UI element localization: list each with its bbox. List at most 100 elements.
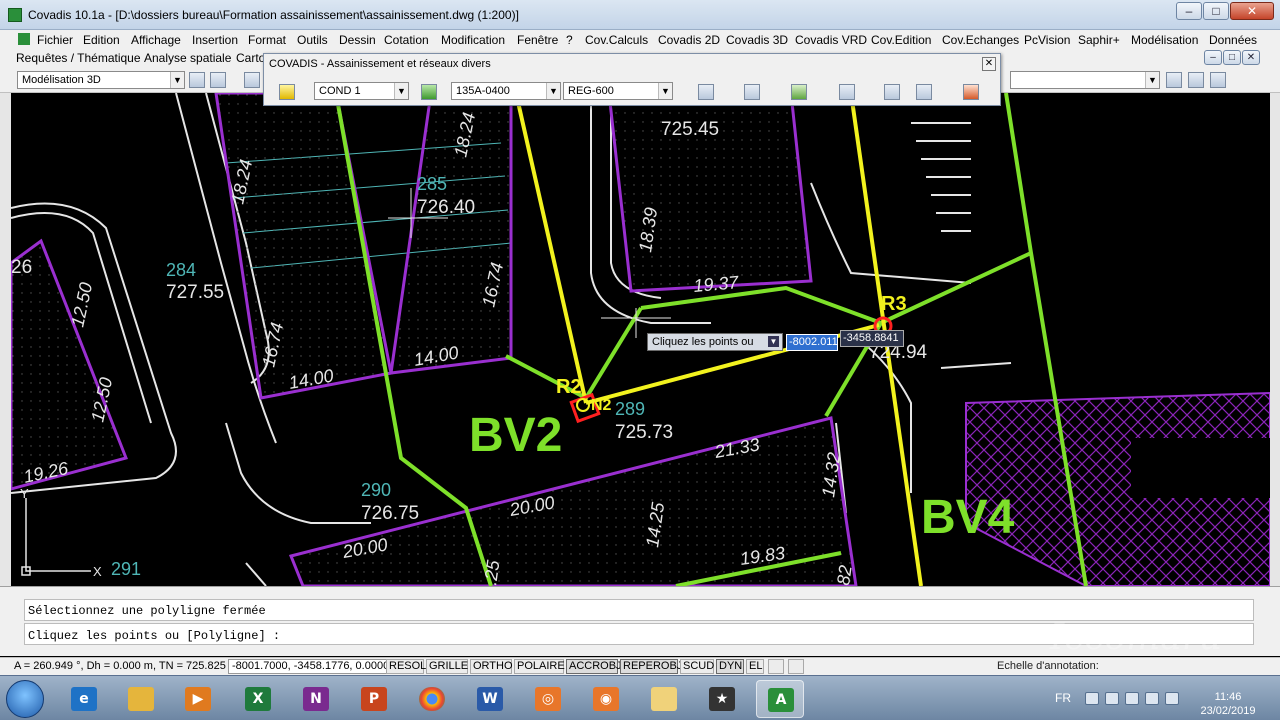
taskbar-screenshot[interactable]: ◉ (582, 680, 630, 718)
menu-outils[interactable]: Outils (297, 33, 328, 47)
edit-network-icon[interactable] (791, 84, 807, 100)
close-button[interactable]: ✕ (1230, 2, 1274, 20)
dynamic-input-x-field[interactable]: -8002.011 (786, 334, 838, 351)
drawing-viewport[interactable]: BV2 BV4 R2 R3 N2 284 727.55 285 726.40 2… (11, 93, 1270, 586)
arrow-down-icon[interactable]: ▼ (768, 336, 779, 347)
maximize-button[interactable]: □ (1203, 2, 1229, 20)
doc-close-button[interactable]: ✕ (1242, 50, 1260, 65)
menu-requetes-thematique[interactable]: Requêtes / Thématique (16, 51, 141, 65)
label-bv2: BV2 (469, 409, 562, 462)
pipe-select[interactable]: 135A-0400 ▼ (451, 82, 561, 100)
menu-help[interactable]: ? (566, 33, 573, 47)
taskbar-media-player[interactable]: ▶ (174, 680, 222, 718)
menu-fichier[interactable]: Fichier (37, 33, 73, 47)
report-icon[interactable] (963, 84, 979, 100)
taskbar-powerpoint[interactable]: P (350, 680, 398, 718)
action-center-icon[interactable] (1105, 692, 1119, 705)
covadis-app-icon[interactable] (8, 8, 22, 22)
style-select[interactable]: ▼ (1010, 71, 1160, 89)
menu-donnees[interactable]: Données (1209, 33, 1257, 47)
settings-gear-icon[interactable] (884, 84, 900, 100)
menu-pcvision[interactable]: PcVision (1024, 33, 1070, 47)
taskbar-snip[interactable]: ◎ (524, 680, 572, 718)
menu-covadis-3d[interactable]: Covadis 3D (726, 33, 788, 47)
network-icon[interactable] (1125, 692, 1139, 705)
menu-covadis-2d[interactable]: Covadis 2D (658, 33, 720, 47)
toggle-el[interactable]: EL (746, 659, 764, 674)
ucs-y-label: Y (20, 486, 29, 501)
dynamic-input-y-field[interactable]: -3458.8841 (840, 330, 904, 347)
menu-modelisation[interactable]: Modélisation (1131, 33, 1198, 47)
menu-affichage[interactable]: Affichage (131, 33, 181, 47)
taskbar-word[interactable]: W (466, 680, 514, 718)
workspace-tool-icon[interactable] (210, 72, 226, 88)
toggle-ortho[interactable]: ORTHO (470, 659, 513, 674)
model-layout-icon[interactable] (768, 659, 784, 674)
layer-match-icon[interactable] (1188, 72, 1204, 88)
workspace-select[interactable]: Modélisation 3D ▼ (17, 71, 185, 89)
covadis-assainissement-panel: COVADIS - Assainissement et réseaux dive… (263, 53, 1001, 106)
tray-expand-icon[interactable] (1085, 692, 1099, 705)
cursor-coordinates[interactable]: -8001.7000, -3458.1776, 0.0000 (228, 659, 394, 674)
taskbar-chrome[interactable] (408, 680, 456, 718)
minimize-button[interactable]: – (1176, 2, 1202, 20)
taskbar-onenote[interactable]: N (292, 680, 340, 718)
point-top-z: 725.45 (661, 119, 719, 140)
taskbar-covadis[interactable]: A (756, 680, 804, 718)
manhole-select[interactable]: REG-600 ▼ (563, 82, 673, 100)
taskbar-excel[interactable]: X (234, 680, 282, 718)
taskbar-ie[interactable]: e (60, 680, 108, 718)
menu-analyse-spatiale[interactable]: Analyse spatiale (144, 51, 231, 65)
menu-dessin[interactable]: Dessin (339, 33, 376, 47)
taskbar-folder[interactable] (640, 680, 688, 718)
menu-covadis-vrd[interactable]: Covadis VRD (795, 33, 867, 47)
menu-cotation[interactable]: Cotation (384, 33, 429, 47)
layer-states-icon[interactable] (1166, 72, 1182, 88)
menu-edition[interactable]: Edition (83, 33, 120, 47)
menu-modification[interactable]: Modification (441, 33, 505, 47)
vertical-scrollbar[interactable] (1270, 93, 1280, 586)
menu-insertion[interactable]: Insertion (192, 33, 238, 47)
doc-restore-button[interactable]: □ (1223, 50, 1241, 65)
annotation-scale-label[interactable]: Echelle d'annotation: (997, 660, 1099, 672)
toggle-dyn[interactable]: DYN (716, 659, 744, 674)
layer-tool-icon[interactable] (244, 72, 260, 88)
doc-minimize-button[interactable]: – (1204, 50, 1222, 65)
movie-maker-icon: ★ (709, 687, 735, 711)
profile-tool-icon[interactable] (698, 84, 714, 100)
start-button[interactable] (6, 680, 44, 718)
menu-saphir[interactable]: Saphir+ (1078, 33, 1120, 47)
draw-network-icon[interactable] (744, 84, 760, 100)
toggle-accrobj[interactable]: ACCROBJ (566, 659, 622, 674)
battery-icon[interactable] (1165, 692, 1179, 705)
cond-select[interactable]: COND 1 ▼ (314, 82, 409, 100)
toggle-grille[interactable]: GRILLE (426, 659, 468, 674)
taskbar-movie-maker[interactable]: ★ (698, 680, 746, 718)
menu-fenetre[interactable]: Fenêtre (517, 33, 558, 47)
layer-previous-icon[interactable] (1210, 72, 1226, 88)
menu-carto[interactable]: Carto (236, 51, 265, 65)
dim-19-37: 19.37 (693, 272, 741, 296)
menu-cov-echanges[interactable]: Cov.Echanges (942, 33, 1019, 47)
document-icon[interactable] (18, 33, 30, 45)
menu-format[interactable]: Format (248, 33, 286, 47)
panel-close-button[interactable] (982, 57, 996, 71)
workspace-settings-icon[interactable] (189, 72, 205, 88)
taskbar-explorer[interactable] (117, 680, 165, 718)
volume-icon[interactable] (1145, 692, 1159, 705)
system-clock[interactable]: 11:46 23/02/2019 (1198, 690, 1258, 718)
chevron-down-icon: ▼ (1145, 72, 1159, 88)
toggle-reperobj[interactable]: REPEROBJ (620, 659, 682, 674)
grid-view-icon[interactable] (788, 659, 804, 674)
toggle-resol[interactable]: RESOL (386, 659, 426, 674)
menu-cov-calculs[interactable]: Cov.Calculs (585, 33, 648, 47)
toggle-scud[interactable]: SCUD (680, 659, 714, 674)
network-type-icon[interactable] (279, 84, 295, 100)
toggle-polaire[interactable]: POLAIRE (514, 659, 565, 674)
calculation-icon[interactable] (916, 84, 932, 100)
menu-cov-edition[interactable]: Cov.Edition (871, 33, 931, 47)
dim-12-50-top: 12.50 (67, 281, 96, 329)
pipe-library-icon[interactable] (421, 84, 437, 100)
input-language[interactable]: FR (1055, 691, 1071, 705)
table-tool-icon[interactable] (839, 84, 855, 100)
